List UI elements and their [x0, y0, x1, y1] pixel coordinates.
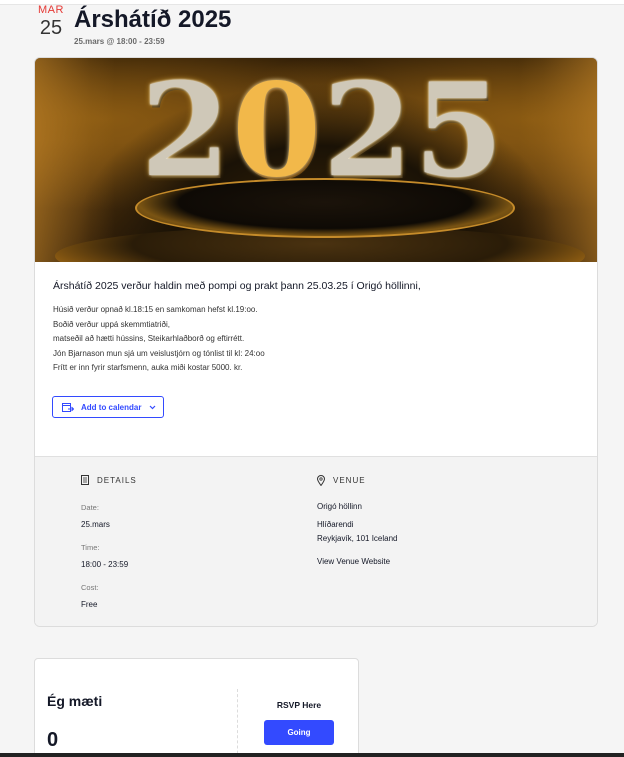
rsvp-count: 0	[47, 729, 59, 751]
event-date-tag: MAR 25	[36, 4, 66, 40]
description-line: Húsið verður opnað kl.18:15 en samkoman …	[53, 305, 258, 314]
details-column: DETAILS Date: 25.mars Time: 18:00 - 23:5…	[81, 475, 137, 609]
event-hero-image: 2 0 2 5	[35, 58, 597, 262]
add-to-calendar-label: Add to calendar	[81, 402, 142, 412]
hero-digit-4: 5	[414, 58, 503, 206]
event-intro: Árshátíð 2025 verður haldin með pompi og…	[53, 280, 421, 292]
cost-label: Cost:	[81, 583, 99, 592]
hero-year-digits: 2 0 2 5	[141, 58, 503, 206]
hero-digit-1: 2	[140, 58, 230, 206]
details-heading-label: DETAILS	[97, 475, 137, 485]
venue-street: Hlíðarendi	[317, 520, 354, 529]
map-pin-icon	[317, 475, 325, 486]
bottom-bar	[0, 753, 624, 757]
venue-name: Origó höllinn	[317, 502, 362, 511]
rsvp-divider	[237, 689, 238, 757]
chevron-down-icon	[150, 405, 156, 409]
date-value: 25.mars	[81, 520, 110, 529]
event-card: 2 0 2 5 Árshátíð 2025 verður haldin með …	[34, 57, 598, 627]
time-label: Time:	[81, 543, 100, 552]
add-to-calendar-button[interactable]: Add to calendar	[52, 396, 164, 418]
time-value: 18:00 - 23:59	[81, 560, 129, 569]
hero-digit-3: 2	[323, 58, 412, 206]
description-line: Jón Bjarnason mun sjá um veislustjórn og…	[53, 348, 265, 358]
hero-glow-right	[519, 58, 597, 262]
rsvp-title: Ég mæti	[47, 693, 103, 709]
going-button[interactable]: Going	[264, 720, 334, 745]
event-day: 25	[39, 17, 63, 39]
description-line: Frítt er inn fyrir starfsmenn, auka miði…	[53, 363, 243, 372]
document-icon	[81, 475, 89, 485]
description-line: Boðið verður uppá skemmtiatriði,	[53, 319, 170, 329]
hero-digit-2: 0	[231, 58, 321, 206]
venue-city: Reykjavík, 101 Iceland	[317, 534, 398, 543]
hero-glow-left	[35, 58, 115, 262]
event-title: Árshátíð 2025	[74, 6, 232, 33]
date-label: Date:	[81, 503, 99, 512]
details-heading: DETAILS	[81, 475, 137, 485]
venue-website-link[interactable]: View Venue Website	[317, 557, 398, 566]
event-month: MAR	[38, 4, 64, 16]
event-time: 25.mars @ 18:00 - 23:59	[74, 37, 165, 46]
description-line: matseðil að hætti hússins, Steikarhlaðbo…	[53, 334, 245, 343]
venue-column: VENUE Origó höllinn Hlíðarendi Reykjavík…	[317, 475, 398, 566]
venue-heading: VENUE	[317, 475, 398, 486]
calendar-export-icon	[62, 402, 74, 412]
rsvp-card: Ég mæti 0 RSVP Here Going	[34, 658, 359, 757]
event-meta-section: DETAILS Date: 25.mars Time: 18:00 - 23:5…	[35, 456, 597, 626]
top-bar	[0, 0, 624, 5]
rsvp-prompt: RSVP Here	[276, 700, 322, 710]
event-description: Húsið verður opnað kl.18:15 en samkoman …	[53, 303, 265, 376]
cost-value: Free	[81, 600, 98, 609]
venue-heading-label: VENUE	[333, 476, 366, 485]
